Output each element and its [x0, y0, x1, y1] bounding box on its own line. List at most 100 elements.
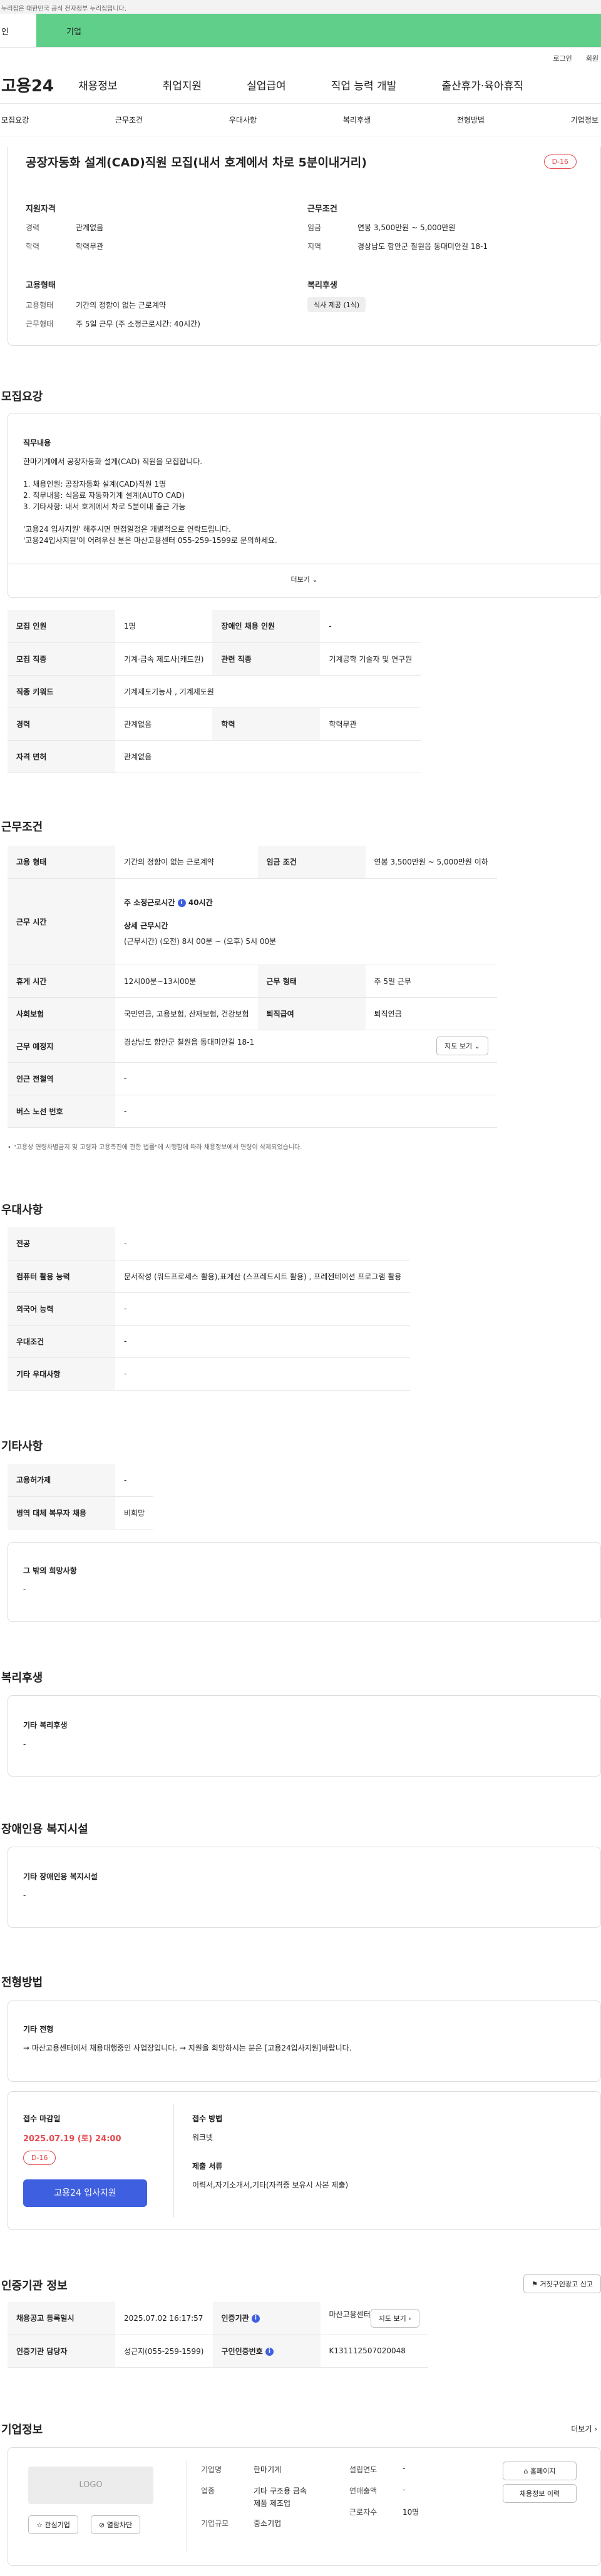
worktype-value: 주 5일 근무 (주 소정근로시간: 40시간): [76, 320, 200, 328]
table-row: 고용허가제 -: [8, 1464, 154, 1497]
form-value: 주 5일 근무: [365, 965, 497, 998]
table-row: 컴퓨터 활용 능력 문서작성 (워드프로세스 활용),표계산 (스프레드시트 활용…: [8, 1260, 411, 1293]
info-icon[interactable]: i: [251, 2315, 260, 2323]
company-section-title: 기업정보: [1, 2423, 43, 2437]
hours-main-value: 40시간: [188, 898, 213, 907]
row-value: 관계없음: [115, 707, 213, 741]
info-icon[interactable]: i: [177, 898, 186, 907]
etc-table: 고용허가제 - 병역 대체 복무자 채용 비희망: [8, 1464, 154, 1529]
job-summary-card: 공장자동화 설계(CAD)직원 모집(내서 호계에서 차로 5분이내거리) D-…: [8, 147, 601, 346]
star-icon: ☆: [36, 2521, 43, 2529]
duty-card: 직무내용 한마기계에서 공장자동화 설계(CAD) 직원을 모집합니다. 1. 채…: [8, 413, 601, 598]
bus-label: 버스 노선 번호: [8, 1095, 115, 1128]
row-value: -: [115, 1325, 411, 1358]
table-row: 경력 관계없음 학력 학력무관: [8, 707, 421, 741]
chevron-right-icon: ›: [594, 2425, 597, 2433]
row-label: 우대조건: [8, 1325, 115, 1358]
wage-label: 임금: [307, 223, 322, 232]
subnav-welfare[interactable]: 복리후생: [343, 114, 371, 125]
gnb-training[interactable]: 직업 능력 개발: [331, 77, 397, 93]
wage-cond-value: 연봉 3,500만원 ~ 5,000만원 이하: [365, 846, 497, 879]
row-value: -: [320, 610, 421, 643]
org-cell: 마산고용센터 지도 보기 ›: [320, 2302, 428, 2335]
row-value: 기계·금속 제도사(캐드원): [115, 642, 213, 676]
duty-content: 한마기계에서 공장자동화 설계(CAD) 직원을 모집합니다. 1. 채용인원: …: [23, 456, 277, 546]
table-row: 모집 직종 기계·금속 제도사(캐드원) 관련 직종 기계공학 기술자 및 연구원: [8, 642, 421, 676]
docs-title: 제출 서류: [192, 2162, 223, 2171]
row-label: 학력: [212, 707, 321, 741]
est-value: -: [403, 2464, 406, 2473]
row-value: 관계없음: [115, 740, 421, 773]
emp-title: 고용형태: [26, 281, 56, 290]
emptype-label: 고용형태: [26, 301, 54, 310]
disab-section-title: 장애인용 복지시설: [1, 1823, 88, 1836]
chevron-down-icon: ⌄: [312, 576, 318, 584]
gnb-support[interactable]: 취업지원: [163, 77, 202, 93]
form-label: 근무 형태: [257, 965, 366, 998]
page: 누리집은 대한민국 공식 전자정부 누리집입니다. 인 기업 로그인 회원 고용2…: [0, 0, 601, 2576]
station-label: 인근 전철역: [8, 1062, 115, 1095]
homepage-button[interactable]: ⌂ 홈페이지: [503, 2462, 577, 2480]
reg-label: 채용공고 등록일시: [8, 2302, 115, 2335]
job-history-button[interactable]: 채용정보 이력: [503, 2484, 577, 2503]
hours-detail: (근무시간) (오전) 8시 00분 ~ (오후) 5시 00분: [124, 936, 277, 946]
subnav-select[interactable]: 전형방법: [457, 114, 485, 125]
gov-notice: 누리집은 대한민국 공식 전자정부 누리집입니다.: [0, 0, 601, 14]
row-label: 컴퓨터 활용 능력: [8, 1260, 115, 1293]
signup-link[interactable]: 회원: [586, 54, 598, 63]
deadline-title: 접수 마감일: [23, 2114, 61, 2123]
apply-button[interactable]: 고용24 입사지원: [23, 2179, 147, 2207]
age-note-text: "고용상 연령차별금지 및 고령자 고용촉진에 관한 법률"에 시행함에 따라 …: [13, 1144, 302, 1151]
welfare-card: 기타 복리후생 -: [8, 1695, 601, 1777]
mgr-label: 인증기관 담당자: [8, 2335, 115, 2368]
login-link[interactable]: 로그인: [553, 54, 572, 63]
block-label: 열람차단: [106, 2521, 133, 2529]
site-logo[interactable]: 고용24: [0, 73, 78, 96]
tab-company[interactable]: 기업: [36, 14, 601, 47]
subnav-recruit[interactable]: 모집요강: [1, 114, 29, 125]
fav-company-button[interactable]: ☆ 관심기업: [28, 2515, 78, 2534]
recruit-section-title: 모집요강: [1, 390, 43, 403]
select-card: 기타 전형 → 마산고용센터에서 채용대행중인 사업장입니다. → 지원을 희망…: [8, 2000, 601, 2082]
divider: [173, 2104, 174, 2217]
subnav-pref[interactable]: 우대사항: [229, 114, 257, 125]
row-value: -: [115, 1464, 154, 1497]
apply-card: 접수 마감일 2025.07.19 (토) 24:00 D-16 고용24 입사…: [8, 2091, 601, 2230]
hope-value: -: [23, 1585, 26, 1594]
company-more-link[interactable]: 더보기 ›: [571, 2423, 597, 2434]
map-button[interactable]: 지도 보기 ⌄: [436, 1037, 488, 1055]
gnb-leave[interactable]: 출산휴가·육아휴직: [441, 77, 523, 93]
etc-section-title: 기타사항: [1, 1440, 43, 1453]
row-value: 학력무관: [320, 707, 421, 741]
welfare-value: -: [23, 1740, 26, 1748]
block-company-button[interactable]: ⊘ 열람차단: [91, 2515, 141, 2534]
gnb-jobs[interactable]: 채용정보: [78, 77, 118, 93]
table-row: 모집 인원 1명 장애인 채용 인원 -: [8, 610, 421, 643]
employees-label: 근로자수: [349, 2508, 378, 2517]
subnav-work[interactable]: 근무조건: [115, 114, 143, 125]
gnb-unemployment[interactable]: 실업급여: [247, 77, 286, 93]
career-value: 관계없음: [76, 223, 104, 232]
report-button[interactable]: ⚑ 거짓구인광고 신고: [523, 2274, 601, 2293]
duty-title: 직무내용: [23, 439, 51, 447]
row-value: 기계제도기능사 , 기계제도원: [115, 675, 421, 708]
cond-title: 근무조건: [307, 205, 337, 214]
apply-dday-badge: D-16: [23, 2151, 56, 2165]
edu-label: 학력: [26, 242, 40, 251]
row-label: 경력: [8, 707, 115, 741]
info-icon[interactable]: i: [265, 2347, 274, 2356]
duty-line: 1. 채용인원: 공장자동화 설계(CAD)직원 1명: [23, 480, 167, 489]
sales-label: 연매출액: [349, 2487, 378, 2495]
row-value: 1명: [115, 610, 213, 643]
row-label: 기타 우대사항: [8, 1357, 115, 1391]
util-links: 로그인 회원: [0, 48, 601, 66]
org-label: 인증기관 i: [212, 2302, 321, 2335]
tab-individual[interactable]: 인: [0, 14, 36, 47]
row-label: 장애인 채용 인원: [212, 610, 321, 643]
agency-map-button[interactable]: 지도 보기 ›: [370, 2308, 419, 2328]
worktype-label: 근무형태: [26, 320, 54, 328]
more-button[interactable]: 더보기 ⌄: [8, 564, 600, 584]
deadline-value: 2025.07.19 (토) 24:00: [23, 2134, 121, 2144]
subnav-company[interactable]: 기업정보: [571, 114, 598, 125]
pref-section-title: 우대사항: [1, 1204, 43, 1217]
